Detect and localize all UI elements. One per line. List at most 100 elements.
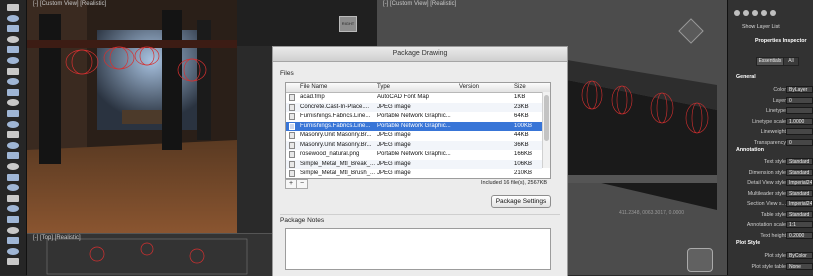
- file-icon: [289, 122, 295, 130]
- viewport-label[interactable]: [-] [Custom View] [Realistic]: [383, 1, 456, 7]
- property-label: Color: [773, 87, 786, 93]
- property-value[interactable]: Imperial24: [786, 179, 813, 186]
- file-row[interactable]: Concrete.Cast-In-Place.... JPEG image 23KB: [286, 102, 542, 112]
- file-icon: [289, 94, 295, 101]
- scroll-thumb[interactable]: [544, 95, 549, 141]
- file-row[interactable]: Simple_Metal_Mtl_Brush_... JPEG image 210K…: [286, 169, 542, 179]
- file-name: Masonry.Unit Masonry.Br...: [300, 132, 372, 138]
- divider: [280, 214, 560, 215]
- rectangle-tool-icon[interactable]: [4, 57, 21, 65]
- extend-tool-icon[interactable]: [4, 205, 21, 213]
- navigation-cube-icon[interactable]: [687, 248, 713, 272]
- text-tool-icon[interactable]: [4, 110, 21, 118]
- select-tool-icon[interactable]: [4, 4, 21, 12]
- file-type: Portable Network Graphic...: [377, 151, 451, 157]
- tool-glyph: [6, 205, 19, 213]
- tab-essentials[interactable]: Essentials: [756, 57, 784, 66]
- property-value[interactable]: 1.0000: [786, 117, 813, 125]
- tool-glyph: [6, 14, 19, 22]
- erase-tool-icon[interactable]: [4, 237, 21, 245]
- tool-glyph: [6, 226, 19, 234]
- layer-tools[interactable]: [734, 3, 779, 21]
- dimension-tool-icon[interactable]: [4, 120, 21, 129]
- scale-tool-icon[interactable]: [4, 163, 21, 171]
- hatch-tool-icon[interactable]: [4, 99, 21, 107]
- copy-tool-icon[interactable]: [4, 141, 21, 150]
- viewport-middle[interactable]: RIGHT: [237, 0, 377, 46]
- property-value[interactable]: Standard: [786, 189, 813, 197]
- property-value[interactable]: 0.2000: [786, 231, 813, 239]
- property-value[interactable]: Standard: [786, 168, 813, 176]
- viewport-top[interactable]: [-] [Top] [Realistic]: [27, 233, 272, 276]
- file-size: 210KB: [514, 170, 533, 176]
- file-row[interactable]: Simple_Metal_Mtl_Break_... JPEG image 106K…: [286, 159, 542, 169]
- property-value[interactable]: ByColor: [786, 252, 813, 259]
- section-annotation[interactable]: Annotation: [736, 147, 764, 153]
- files-section-label: Files: [280, 70, 294, 77]
- line-tool-icon[interactable]: [4, 14, 21, 23]
- viewport-label[interactable]: [-] [Custom View] [Realistic]: [33, 1, 106, 7]
- property-label: Layer: [772, 97, 786, 104]
- file-row[interactable]: Masonry.Unit Masonry.Br... JPEG image 36KB: [286, 140, 542, 150]
- property-value[interactable]: 0: [786, 96, 813, 104]
- mirror-tool-icon[interactable]: [4, 173, 21, 182]
- tool-glyph: [6, 35, 19, 43]
- col-file-name[interactable]: File Name: [300, 84, 327, 90]
- ellipse-tool-icon[interactable]: [4, 78, 21, 86]
- move-tool-icon[interactable]: [4, 131, 21, 139]
- layer-tool-icon[interactable]: [4, 247, 21, 256]
- property-value[interactable]: Standard: [786, 210, 813, 218]
- file-row[interactable]: acad.fmp AutoCAD Font Map 1KB: [286, 93, 542, 103]
- file-list-scrollbar[interactable]: [542, 92, 550, 168]
- property-value[interactable]: 1:1: [786, 221, 813, 228]
- property-value[interactable]: Imperial24: [786, 200, 813, 207]
- polygon-tool-icon[interactable]: [4, 67, 21, 76]
- viewport-main[interactable]: [-] [Custom View] [Realistic]: [27, 0, 237, 233]
- file-type: Portable Network Graphic...: [377, 122, 451, 129]
- spline-tool-icon[interactable]: [4, 88, 21, 97]
- property-label: Annotation scale: [746, 222, 786, 228]
- tool-glyph: [6, 67, 19, 75]
- property-value[interactable]: ByLayer: [786, 86, 813, 93]
- layer-state-icon[interactable]: [734, 10, 740, 16]
- file-row[interactable]: Masonry.Unit Masonry.Br... JPEG image 44KB: [286, 131, 542, 141]
- file-list[interactable]: File Name Type Version Size acad.fmp Auto…: [285, 82, 551, 179]
- layer-color-icon[interactable]: [761, 10, 767, 16]
- rotate-tool-icon[interactable]: [4, 152, 21, 160]
- section-general[interactable]: General: [736, 74, 756, 80]
- file-row[interactable]: Furnishings.Fabrics.Line... Portable Netw…: [286, 112, 542, 122]
- circle-tool-icon[interactable]: [4, 35, 21, 44]
- layer-settings-icon[interactable]: [770, 10, 776, 16]
- file-row[interactable]: rosewood_natural.png Portable Network Gra…: [286, 150, 542, 160]
- property-value[interactable]: [786, 128, 813, 135]
- viewport-label[interactable]: [-] [Top] [Realistic]: [33, 235, 81, 241]
- file-row[interactable]: Furnishings.Fabrics.Line... Portable Netw…: [286, 121, 542, 131]
- offset-tool-icon[interactable]: [4, 184, 21, 192]
- tool-glyph: [6, 258, 19, 266]
- file-type: JPEG image: [377, 141, 411, 148]
- col-type[interactable]: Type: [377, 84, 390, 90]
- property-value[interactable]: Standard: [786, 158, 813, 165]
- col-version[interactable]: Version: [459, 84, 479, 90]
- package-settings-button[interactable]: Package Settings: [491, 195, 551, 208]
- tab-all[interactable]: All: [783, 57, 799, 66]
- polyline-tool-icon[interactable]: [4, 25, 21, 33]
- view-cube[interactable]: RIGHT: [339, 16, 357, 32]
- layer-freeze-icon[interactable]: [743, 10, 749, 16]
- property-value[interactable]: None: [786, 262, 813, 270]
- block-tool-icon[interactable]: [4, 258, 21, 266]
- file-name: Simple_Metal_Mtl_Break_...: [300, 160, 376, 167]
- property-value[interactable]: [786, 107, 813, 114]
- col-size[interactable]: Size: [514, 84, 526, 90]
- section-plot-style[interactable]: Plot Style: [736, 240, 760, 246]
- remove-file-button[interactable]: −: [296, 179, 308, 189]
- fillet-tool-icon[interactable]: [4, 216, 21, 224]
- arc-tool-icon[interactable]: [4, 46, 21, 54]
- array-tool-icon[interactable]: [4, 226, 21, 235]
- property-value[interactable]: 0: [786, 138, 813, 146]
- package-notes-field[interactable]: [285, 228, 551, 270]
- trim-tool-icon[interactable]: [4, 194, 21, 203]
- layer-lock-icon[interactable]: [752, 10, 758, 16]
- file-icon: [289, 151, 295, 158]
- show-layer-list[interactable]: Show Layer List: [742, 24, 780, 30]
